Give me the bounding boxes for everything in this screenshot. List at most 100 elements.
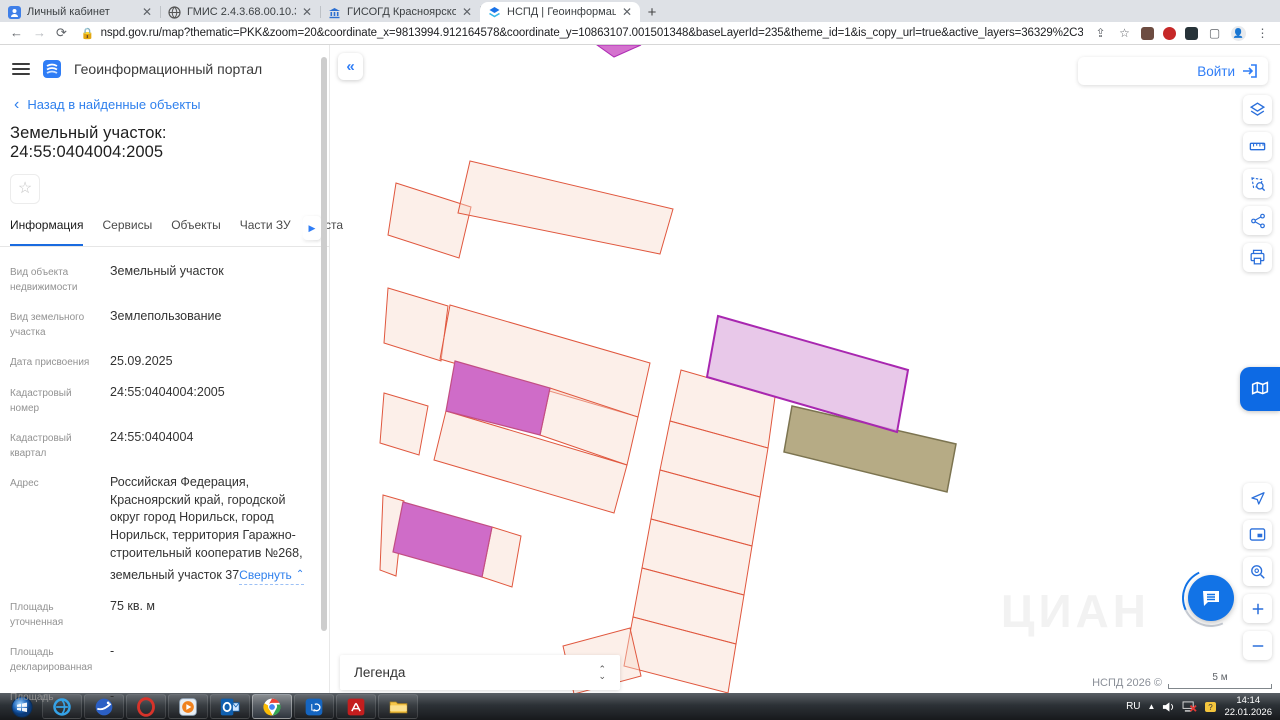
portal-logo-icon bbox=[42, 59, 62, 79]
field-value: Земельный участок bbox=[110, 263, 224, 295]
map-attribution: НСПД 2026 © bbox=[1092, 677, 1162, 689]
profile-avatar-icon[interactable]: 👤 bbox=[1231, 26, 1246, 41]
keyboard-language[interactable]: RU bbox=[1126, 701, 1140, 712]
extension-icon-3[interactable] bbox=[1185, 27, 1198, 40]
forward-icon[interactable]: → bbox=[33, 25, 46, 41]
parcel-pink[interactable] bbox=[384, 288, 448, 361]
share-icon[interactable]: ⇪ bbox=[1093, 26, 1108, 41]
parcel-magenta-sliver[interactable] bbox=[597, 45, 641, 57]
globe-favicon bbox=[168, 6, 181, 19]
system-tray: RU ▲ ? 14:14 22.01.2026 bbox=[1126, 695, 1280, 719]
panel-scrollbar[interactable] bbox=[321, 57, 327, 655]
tab-информация[interactable]: Информация bbox=[10, 218, 83, 246]
field-row: Площадь - bbox=[10, 688, 315, 706]
map-toolbar-bottom bbox=[1243, 483, 1272, 660]
chat-button[interactable] bbox=[1188, 575, 1234, 621]
parcel-pink[interactable] bbox=[458, 161, 673, 254]
overview-search-button[interactable] bbox=[1243, 557, 1272, 586]
action-center-icon[interactable]: ? bbox=[1204, 701, 1217, 713]
nspd-favicon bbox=[488, 6, 501, 19]
tab-сервисы[interactable]: Сервисы bbox=[102, 218, 152, 246]
collapse-panel-button[interactable]: « bbox=[338, 53, 363, 80]
back-to-results-link[interactable]: ‹ Назад в найденные объекты bbox=[0, 87, 329, 116]
collapse-address-link[interactable]: Свернуть⌃ bbox=[239, 567, 304, 585]
share-button[interactable] bbox=[1243, 206, 1272, 235]
field-row: Адрес Российская Федерация, Красноярский… bbox=[10, 474, 315, 585]
field-row: Площадь уточненная 75 кв. м bbox=[10, 598, 315, 630]
extension-icon-1[interactable] bbox=[1141, 27, 1154, 40]
basemap-icon bbox=[1249, 378, 1271, 400]
network-error-icon[interactable] bbox=[1182, 701, 1197, 713]
personal-cabinet-favicon bbox=[8, 6, 21, 19]
field-label: Вид объекта недвижимости bbox=[10, 263, 110, 295]
taskbar-acrobat-reader-icon[interactable] bbox=[336, 694, 376, 719]
volume-icon[interactable] bbox=[1162, 701, 1175, 713]
field-value: 24:55:0404004 bbox=[110, 429, 193, 461]
field-value: - bbox=[110, 688, 114, 706]
field-label: Площадь bbox=[10, 688, 110, 706]
parcel-magenta[interactable] bbox=[393, 502, 492, 577]
extension-icon-2[interactable] bbox=[1163, 27, 1176, 40]
field-label: Площадь декларированная bbox=[10, 643, 110, 675]
area-search-icon bbox=[1248, 174, 1267, 193]
tab-объекты[interactable]: Объекты bbox=[171, 218, 221, 246]
tab-title: НСПД | Геоинформационный п bbox=[507, 6, 616, 18]
browser-tab-strip: Личный кабинет ✕ ГМИС 2.4.3.68.00.10.35 … bbox=[0, 0, 1280, 22]
tab-close-icon[interactable]: ✕ bbox=[142, 6, 152, 18]
sidebar-icon[interactable]: ▢ bbox=[1207, 26, 1222, 41]
tab-title: ГИСОГД Красноярского края bbox=[347, 6, 456, 18]
overview-search-icon bbox=[1248, 562, 1267, 581]
chevron-up-icon: ⌃ bbox=[296, 568, 304, 582]
measure-ruler-icon bbox=[1248, 137, 1267, 156]
print-button[interactable] bbox=[1243, 243, 1272, 272]
back-icon[interactable]: ← bbox=[10, 25, 23, 41]
legend-label: Легенда bbox=[354, 665, 405, 680]
area-search-button[interactable] bbox=[1243, 169, 1272, 198]
menu-hamburger-icon[interactable] bbox=[12, 63, 30, 75]
field-value: 25.09.2025 bbox=[110, 353, 173, 371]
map-widget-tab[interactable] bbox=[1240, 367, 1280, 411]
page-title: Земельный участок: 24:55:0404004:2005 bbox=[0, 116, 329, 164]
tab-части зу[interactable]: Части ЗУ bbox=[240, 218, 291, 246]
field-row: Кадастровый номер 24:55:0404004:2005 bbox=[10, 384, 315, 416]
legend-bar[interactable]: Легенда ⌃⌄ bbox=[340, 655, 620, 690]
field-label: Вид земельного участка bbox=[10, 308, 110, 340]
taskbar-explorer-folder-icon[interactable] bbox=[378, 694, 418, 719]
legend-expand-icon: ⌃⌄ bbox=[598, 666, 606, 680]
minimap-button[interactable] bbox=[1243, 520, 1272, 549]
parcel-pink[interactable] bbox=[388, 183, 471, 258]
locate-icon bbox=[1249, 489, 1267, 507]
login-button[interactable]: Войти bbox=[1078, 57, 1268, 85]
field-row: Дата присвоения 25.09.2025 bbox=[10, 353, 315, 371]
refresh-icon[interactable]: ⟳ bbox=[56, 25, 67, 41]
minimap-icon bbox=[1248, 525, 1267, 544]
favorite-star-button[interactable]: ☆ bbox=[10, 174, 40, 204]
tab-close-icon[interactable]: ✕ bbox=[462, 6, 472, 18]
field-label: Кадастровый номер bbox=[10, 384, 110, 416]
browser-tab-3[interactable]: ГИСОГД Красноярского края ✕ bbox=[320, 2, 480, 22]
browser-tab-1[interactable]: Личный кабинет ✕ bbox=[0, 2, 160, 22]
browser-menu-icon[interactable]: ⋮ bbox=[1255, 26, 1270, 41]
field-row: Вид объекта недвижимости Земельный участ… bbox=[10, 263, 315, 295]
tray-expand-icon[interactable]: ▲ bbox=[1148, 702, 1156, 711]
measure-ruler-button[interactable] bbox=[1243, 132, 1272, 161]
url-text[interactable]: nspd.gov.ru/map?thematic=PKK&zoom=20&coo… bbox=[101, 27, 1083, 39]
zoom-in-button[interactable] bbox=[1243, 594, 1272, 623]
new-tab-button[interactable]: + bbox=[640, 2, 664, 22]
taskbar-clock[interactable]: 14:14 22.01.2026 bbox=[1224, 695, 1272, 719]
field-label: Кадастровый квартал bbox=[10, 429, 110, 461]
parcel-pink[interactable] bbox=[380, 393, 428, 455]
bookmark-star-icon[interactable]: ☆ bbox=[1117, 26, 1132, 41]
tab-close-icon[interactable]: ✕ bbox=[622, 6, 632, 18]
browser-tab-4[interactable]: НСПД | Геоинформационный п ✕ bbox=[480, 2, 640, 22]
zoom-out-button[interactable] bbox=[1243, 631, 1272, 660]
layers-button[interactable] bbox=[1243, 95, 1272, 124]
tabs-scroll-right-button[interactable]: ▶ bbox=[303, 216, 321, 240]
map-toolbar-top bbox=[1243, 95, 1272, 272]
map-canvas[interactable]: ЦИАН « Войти Легенда ⌃⌄ НСПД 2026 © 5 bbox=[330, 45, 1280, 693]
locate-button[interactable] bbox=[1243, 483, 1272, 512]
browser-tab-2[interactable]: ГМИС 2.4.3.68.00.10.35 ✕ bbox=[160, 2, 320, 22]
panel-tabs: ИнформацияСервисыОбъектыЧасти ЗУСоста▶ bbox=[0, 218, 329, 247]
tab-close-icon[interactable]: ✕ bbox=[302, 6, 312, 18]
field-value: Российская Федерация, Красноярский край,… bbox=[110, 474, 315, 585]
